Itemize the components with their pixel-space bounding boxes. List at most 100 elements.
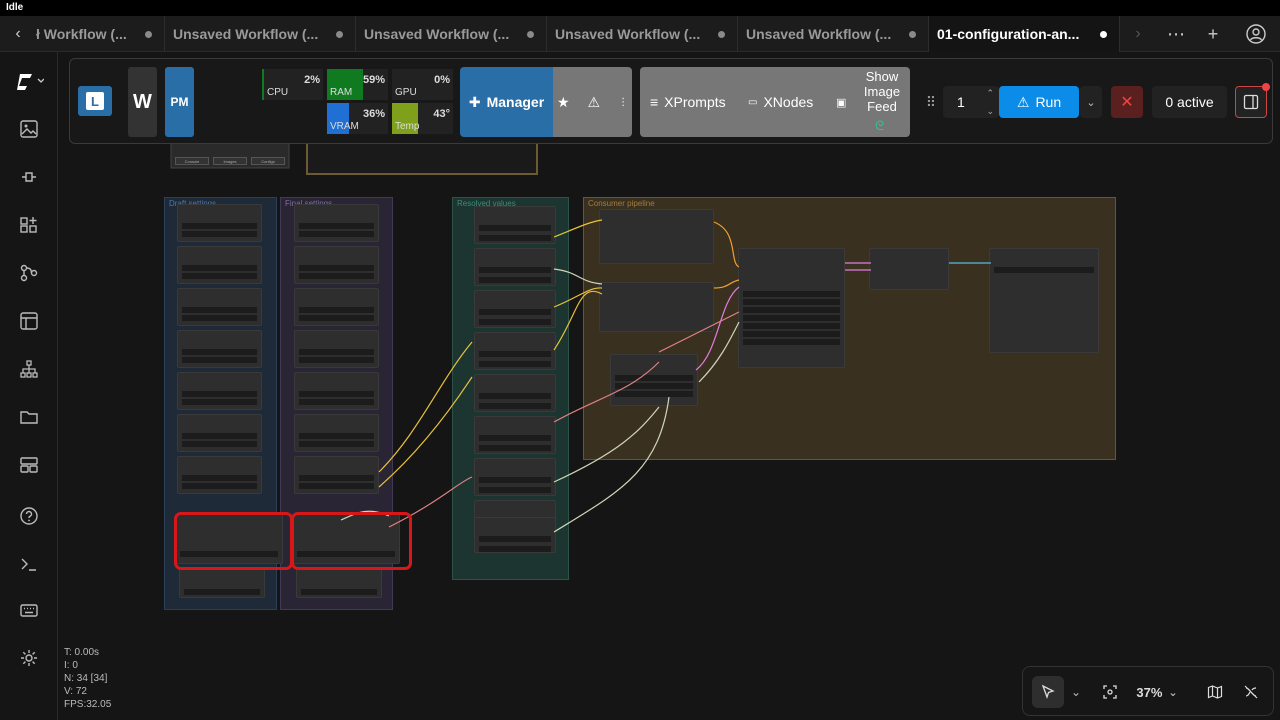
graph-node[interactable] xyxy=(294,288,379,326)
unsaved-dot-icon[interactable] xyxy=(718,31,725,38)
graph-node[interactable] xyxy=(474,416,556,454)
increment-icon[interactable]: ⌃ xyxy=(986,88,994,99)
mini-toolbar-button[interactable]: Images xyxy=(213,157,247,165)
node-widget[interactable] xyxy=(299,315,374,321)
unsaved-dot-icon[interactable] xyxy=(1100,31,1107,38)
user-icon[interactable] xyxy=(1241,16,1271,52)
unsaved-dot-icon[interactable] xyxy=(336,31,343,38)
help-icon[interactable] xyxy=(14,501,44,531)
node-widget[interactable] xyxy=(182,433,257,439)
node-widget[interactable] xyxy=(479,487,551,493)
graph-node[interactable] xyxy=(989,248,1099,353)
graph-node[interactable] xyxy=(599,282,714,332)
layout-icon[interactable] xyxy=(14,450,44,480)
tab-workflow-active[interactable]: 01-configuration-an... xyxy=(929,16,1120,52)
translate-icon[interactable]: ⚠ xyxy=(588,94,601,111)
unsaved-dot-icon[interactable] xyxy=(145,31,152,38)
graph-node[interactable] xyxy=(177,204,262,242)
decrement-icon[interactable]: ⌄ xyxy=(986,106,994,117)
node-widget[interactable] xyxy=(479,536,551,542)
workflows-icon[interactable] xyxy=(14,258,44,288)
graph-node[interactable] xyxy=(474,206,556,244)
folder-icon[interactable] xyxy=(14,402,44,432)
zoom-control[interactable]: 37% ⌄ xyxy=(1131,676,1183,708)
comfy-logo-icon[interactable] xyxy=(14,67,44,97)
tabs-scroll-right-icon[interactable]: › xyxy=(1124,16,1152,52)
show-image-feed-button[interactable]: ▣ Show Image Feed ᘓ xyxy=(834,69,908,135)
node-widget[interactable] xyxy=(182,349,257,355)
node-widget[interactable] xyxy=(615,375,693,381)
app-pm-button[interactable]: PM xyxy=(165,67,194,137)
model-library-icon[interactable] xyxy=(14,210,44,240)
tab-workflow-3[interactable]: Unsaved Workflow (... xyxy=(356,16,547,52)
graph-node[interactable] xyxy=(177,330,262,368)
mini-toolbar-button[interactable]: Console xyxy=(175,157,209,165)
graph-node[interactable] xyxy=(294,456,379,494)
select-mode-button[interactable] xyxy=(1032,676,1064,708)
node-widget[interactable] xyxy=(299,399,374,405)
graph-node[interactable] xyxy=(294,330,379,368)
node-widget[interactable] xyxy=(182,307,257,313)
node-widget[interactable] xyxy=(182,475,257,481)
keyboard-icon[interactable] xyxy=(14,595,44,625)
graph-canvas[interactable]: Draft settings Final settings Resolved v… xyxy=(59,52,1280,720)
settings-gear-icon[interactable] xyxy=(14,643,44,673)
graph-node[interactable] xyxy=(474,517,556,553)
node-widget[interactable] xyxy=(994,267,1094,273)
unsaved-dot-icon[interactable] xyxy=(909,31,916,38)
node-widget[interactable] xyxy=(615,383,693,389)
node-widget[interactable] xyxy=(182,391,257,397)
run-button[interactable]: ⚠ Run xyxy=(999,86,1079,118)
xprompts-button[interactable]: ≡ XPrompts xyxy=(650,87,726,117)
node-widget[interactable] xyxy=(182,273,257,279)
node-widget[interactable] xyxy=(299,307,374,313)
run-options-chevron-down-icon[interactable]: ⌄ xyxy=(1080,86,1102,118)
node-widget[interactable] xyxy=(299,441,374,447)
graph-node[interactable] xyxy=(474,332,556,370)
graph-node[interactable] xyxy=(294,372,379,410)
node-widget[interactable] xyxy=(182,441,257,447)
graph-node[interactable] xyxy=(610,354,698,406)
node-widget[interactable] xyxy=(184,589,260,595)
templates-icon[interactable] xyxy=(14,306,44,336)
cancel-button[interactable]: ✕ xyxy=(1111,86,1143,118)
star-icon[interactable]: ★ xyxy=(557,94,570,111)
node-widget[interactable] xyxy=(479,403,551,409)
graph-node[interactable] xyxy=(869,248,949,290)
node-widget[interactable] xyxy=(182,357,257,363)
node-widget[interactable] xyxy=(182,223,257,229)
unsaved-dot-icon[interactable] xyxy=(527,31,534,38)
graph-node[interactable] xyxy=(474,374,556,412)
node-library-icon[interactable] xyxy=(14,162,44,192)
node-widget[interactable] xyxy=(479,351,551,357)
node-widget[interactable] xyxy=(299,433,374,439)
node-widget[interactable] xyxy=(743,331,840,337)
graph-node[interactable] xyxy=(294,246,379,284)
node-widget[interactable] xyxy=(743,307,840,313)
node-widget[interactable] xyxy=(299,475,374,481)
node-widget[interactable] xyxy=(743,299,840,305)
node-widget[interactable] xyxy=(479,267,551,273)
more-tabs-icon[interactable]: ⋯ xyxy=(1161,16,1191,52)
node-widget[interactable] xyxy=(299,223,374,229)
node-widget[interactable] xyxy=(479,546,551,552)
node-widget[interactable] xyxy=(479,235,551,241)
active-queue-button[interactable]: 0 active xyxy=(1152,86,1227,118)
graph-node[interactable] xyxy=(177,414,262,452)
node-widget[interactable] xyxy=(743,291,840,297)
more-icon[interactable]: ⋮ xyxy=(618,97,628,108)
node-widget[interactable] xyxy=(615,391,693,397)
graph-node[interactable] xyxy=(599,209,714,264)
node-widget[interactable] xyxy=(479,361,551,367)
mini-toolbar-button[interactable]: Configs xyxy=(251,157,285,165)
tab-workflow-5[interactable]: Unsaved Workflow (... xyxy=(738,16,929,52)
node-widget[interactable] xyxy=(479,225,551,231)
queue-count-stepper[interactable]: 1 ⌃ ⌄ xyxy=(943,86,999,118)
node-widget[interactable] xyxy=(299,231,374,237)
minimap-button[interactable] xyxy=(1203,676,1227,708)
graph-node[interactable] xyxy=(177,288,262,326)
node-widget[interactable] xyxy=(182,399,257,405)
graph-node[interactable] xyxy=(738,248,845,368)
toggle-panel-button[interactable] xyxy=(1235,83,1270,118)
graph-node[interactable] xyxy=(296,568,382,598)
